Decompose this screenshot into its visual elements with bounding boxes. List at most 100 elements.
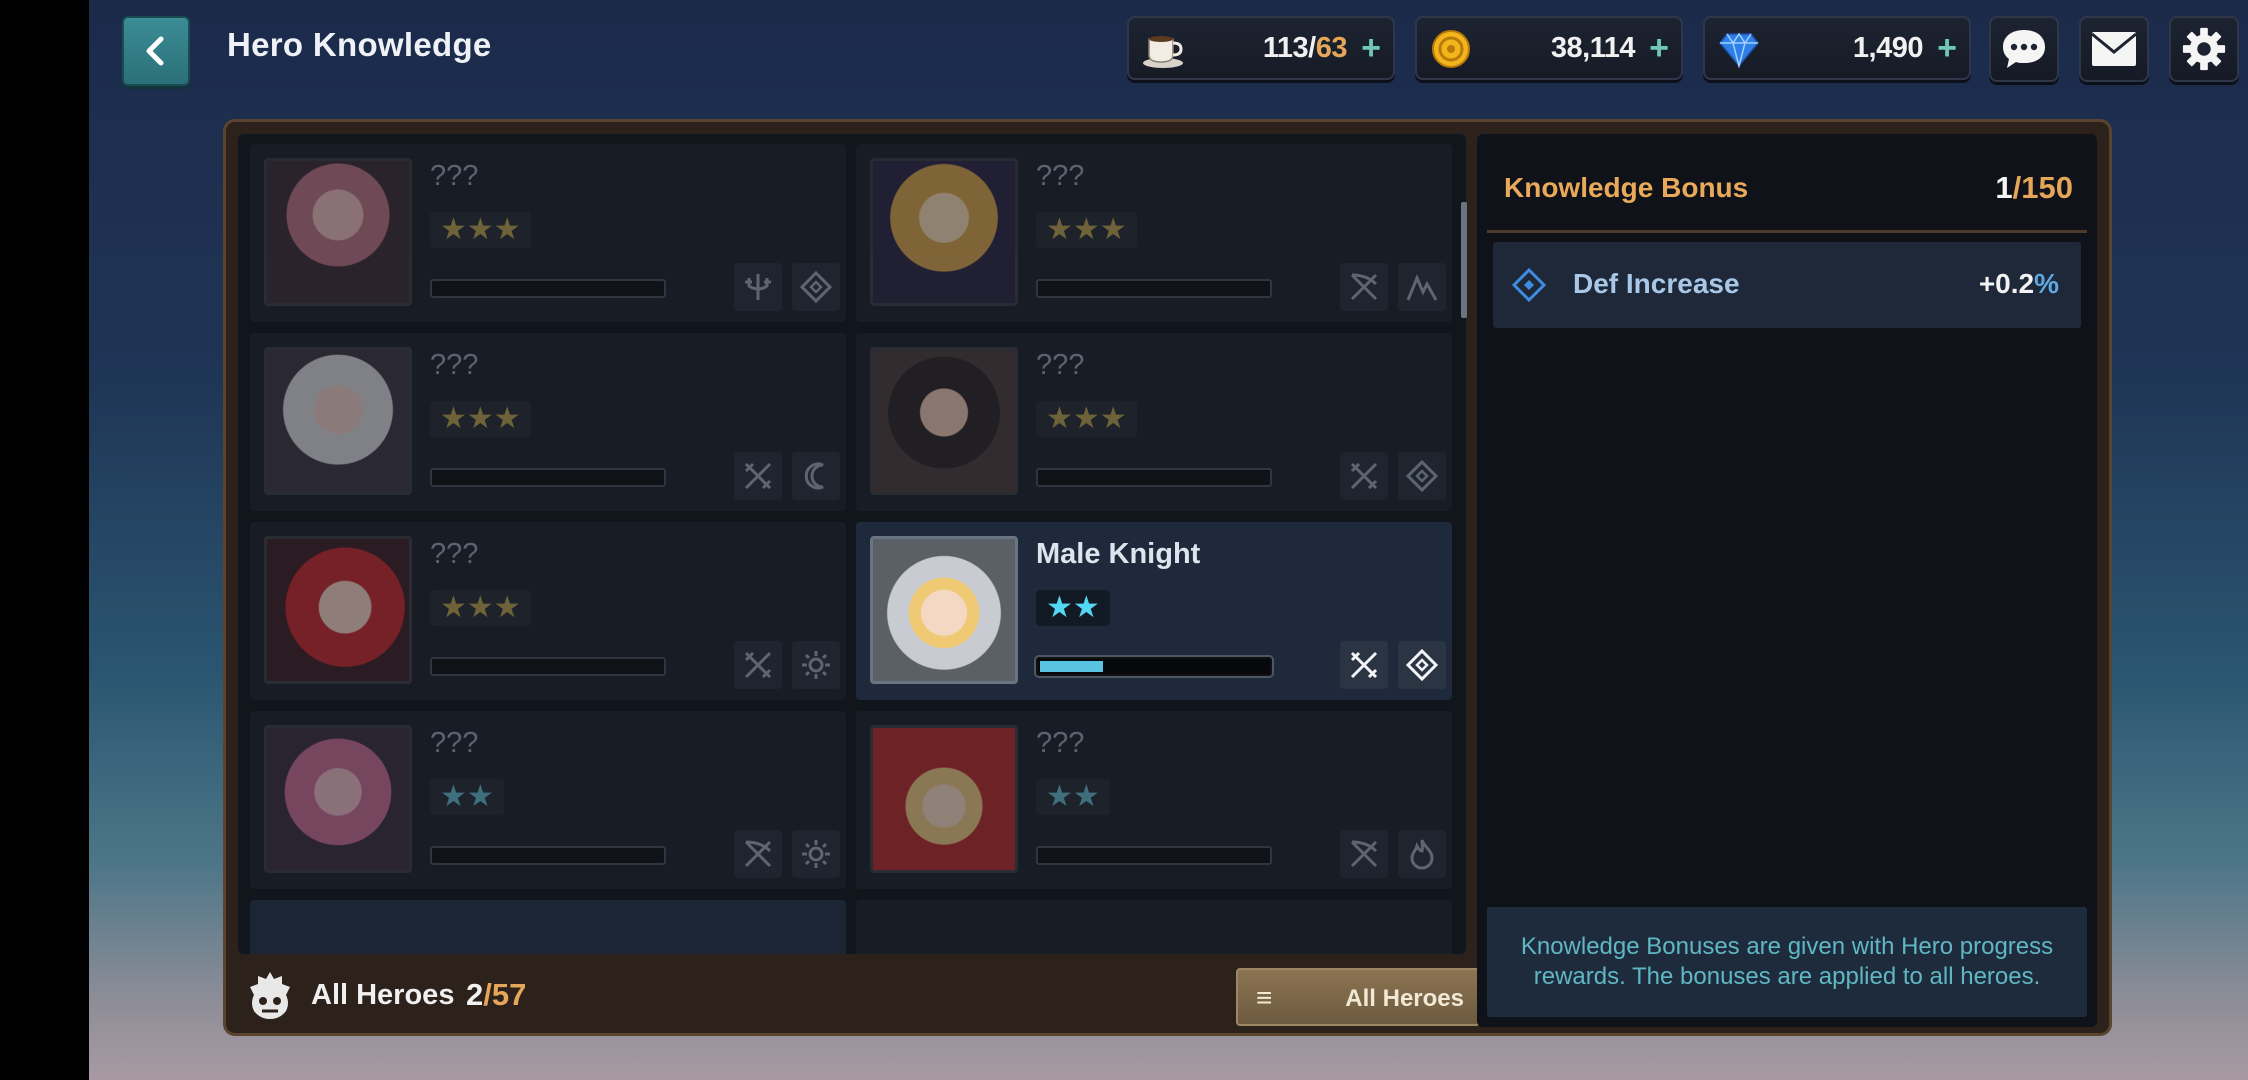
hero-stars: ★★ xyxy=(1036,590,1110,626)
hero-name: ??? xyxy=(430,349,479,381)
hero-portrait xyxy=(870,725,1018,873)
crossed-swords-icon xyxy=(734,452,782,500)
filter-label: All Heroes xyxy=(1345,985,1464,1012)
hero-card[interactable]: ??? ★★★ xyxy=(250,333,846,511)
heroes-owned-count: 2 xyxy=(466,977,484,1012)
hero-card[interactable]: ??? ★★ xyxy=(856,711,1452,889)
knowledge-bonus-title: Knowledge Bonus xyxy=(1504,172,1749,203)
crossed-swords-icon xyxy=(1340,641,1388,689)
all-heroes-label: All Heroes xyxy=(311,979,455,1011)
hero-portrait xyxy=(264,536,412,684)
hero-helmet-icon xyxy=(246,969,294,1021)
divider xyxy=(1487,230,2087,233)
bonus-count: 1 xyxy=(1995,170,2013,205)
diamond-gem-icon xyxy=(1717,28,1761,70)
hero-stars: ★★★ xyxy=(430,212,531,248)
hero-portrait xyxy=(264,347,412,495)
stamina-max: 63 xyxy=(1315,32,1348,64)
hero-progress-bar xyxy=(430,846,666,865)
bonus-stat-name: Def Increase xyxy=(1573,268,1740,299)
coffee-cup-icon xyxy=(1141,28,1185,70)
heroes-total-count: /57 xyxy=(483,977,527,1012)
hero-progress-bar xyxy=(1036,279,1272,298)
hero-card[interactable]: ??? ★★ xyxy=(250,711,846,889)
add-gold-icon[interactable]: + xyxy=(1649,31,1669,65)
hero-progress-bar xyxy=(430,468,666,487)
page-title: Hero Knowledge xyxy=(227,26,492,63)
hero-stars: ★★★ xyxy=(430,401,531,437)
hero-name: ??? xyxy=(1036,727,1085,759)
hero-progress-fill xyxy=(1040,661,1103,672)
chevron-left-icon xyxy=(146,36,164,66)
knowledge-bonus-panel: Knowledge Bonus 1/150 Def Increase +0.2%… xyxy=(1477,134,2097,1027)
hero-portrait xyxy=(264,158,412,306)
hero-card-male-knight[interactable]: Male Knight ★★ xyxy=(856,522,1452,700)
crossed-bow-icon xyxy=(1340,830,1388,878)
hero-card[interactable] xyxy=(250,900,846,954)
hero-card[interactable] xyxy=(856,900,1452,954)
scrollbar-thumb[interactable] xyxy=(1461,202,1467,318)
hero-stars: ★★★ xyxy=(1036,401,1137,437)
chat-button[interactable] xyxy=(1989,16,2059,82)
hero-card[interactable]: ??? ★★★ xyxy=(856,144,1452,322)
bonus-stat-value: +0.2 xyxy=(1978,268,2035,299)
gold-value: 38,114 xyxy=(1550,32,1636,64)
hero-name: Male Knight xyxy=(1036,538,1201,570)
settings-button[interactable] xyxy=(2169,16,2239,82)
hero-progress-bar xyxy=(1036,846,1272,865)
crescent-moon-icon xyxy=(792,452,840,500)
hero-card[interactable]: ??? ★★★ xyxy=(250,144,846,322)
hero-card[interactable]: ??? ★★★ xyxy=(250,522,846,700)
flame-icon xyxy=(1398,830,1446,878)
hero-progress-bar xyxy=(430,657,666,676)
mail-envelope-icon xyxy=(2091,32,2137,66)
stamina-value: 113/ xyxy=(1262,32,1316,64)
hero-stars: ★★★ xyxy=(430,590,531,626)
mail-button[interactable] xyxy=(2079,16,2149,82)
hero-portrait xyxy=(870,536,1018,684)
sun-icon xyxy=(792,830,840,878)
hero-portrait xyxy=(870,158,1018,306)
diamond-value: 1,490 xyxy=(1852,32,1924,64)
stamina-resource[interactable]: 113/63 + xyxy=(1127,16,1395,80)
hero-name: ??? xyxy=(430,538,479,570)
gold-coin-icon xyxy=(1429,28,1473,70)
add-diamond-icon[interactable]: + xyxy=(1937,31,1957,65)
hero-card[interactable]: ??? ★★★ xyxy=(856,333,1452,511)
diamond-rune-icon xyxy=(792,263,840,311)
hero-stars: ★★ xyxy=(1036,779,1110,815)
gear-icon xyxy=(2182,27,2226,71)
diamond-rune-icon xyxy=(1398,641,1446,689)
hero-stars: ★★ xyxy=(430,779,504,815)
bonus-row-def-increase: Def Increase +0.2% xyxy=(1493,242,2081,328)
sun-icon xyxy=(792,641,840,689)
crossed-bow-icon xyxy=(734,830,782,878)
hero-knowledge-panel: ??? ★★★ ??? ★★★ ??? ★★★ ??? ★★★ ??? ★★★ … xyxy=(223,119,2112,1036)
menu-lines-icon: ≡ xyxy=(1256,982,1273,1013)
mountain-icon xyxy=(1398,263,1446,311)
gold-resource[interactable]: 38,114 + xyxy=(1415,16,1683,80)
hero-stars: ★★★ xyxy=(1036,212,1137,248)
bonus-info-note: Knowledge Bonuses are given with Hero pr… xyxy=(1487,907,2087,1017)
bonus-stat-unit: % xyxy=(2034,268,2059,299)
hero-progress-bar xyxy=(1036,657,1272,676)
crossed-swords-icon xyxy=(734,641,782,689)
chat-bubble-icon xyxy=(2003,30,2045,68)
back-button[interactable] xyxy=(122,16,190,86)
hero-portrait xyxy=(264,725,412,873)
hero-name: ??? xyxy=(430,160,479,192)
crossed-swords-icon xyxy=(1340,452,1388,500)
add-stamina-icon[interactable]: + xyxy=(1361,31,1381,65)
diamond-rune-icon xyxy=(1511,267,1547,303)
hero-progress-bar xyxy=(1036,468,1272,487)
archer-trident-icon xyxy=(734,263,782,311)
crossed-bow-icon xyxy=(1340,263,1388,311)
hero-progress-bar xyxy=(430,279,666,298)
diamond-resource[interactable]: 1,490 + xyxy=(1703,16,1971,80)
hero-list-footer: All Heroes 2/57 ≡ All Heroes xyxy=(226,955,1480,1039)
hero-list[interactable]: ??? ★★★ ??? ★★★ ??? ★★★ ??? ★★★ ??? ★★★ … xyxy=(238,134,1466,954)
hero-filter-button[interactable]: ≡ All Heroes xyxy=(1236,968,1480,1026)
bonus-max: /150 xyxy=(2012,170,2073,205)
hero-name: ??? xyxy=(430,727,479,759)
hero-portrait xyxy=(870,347,1018,495)
